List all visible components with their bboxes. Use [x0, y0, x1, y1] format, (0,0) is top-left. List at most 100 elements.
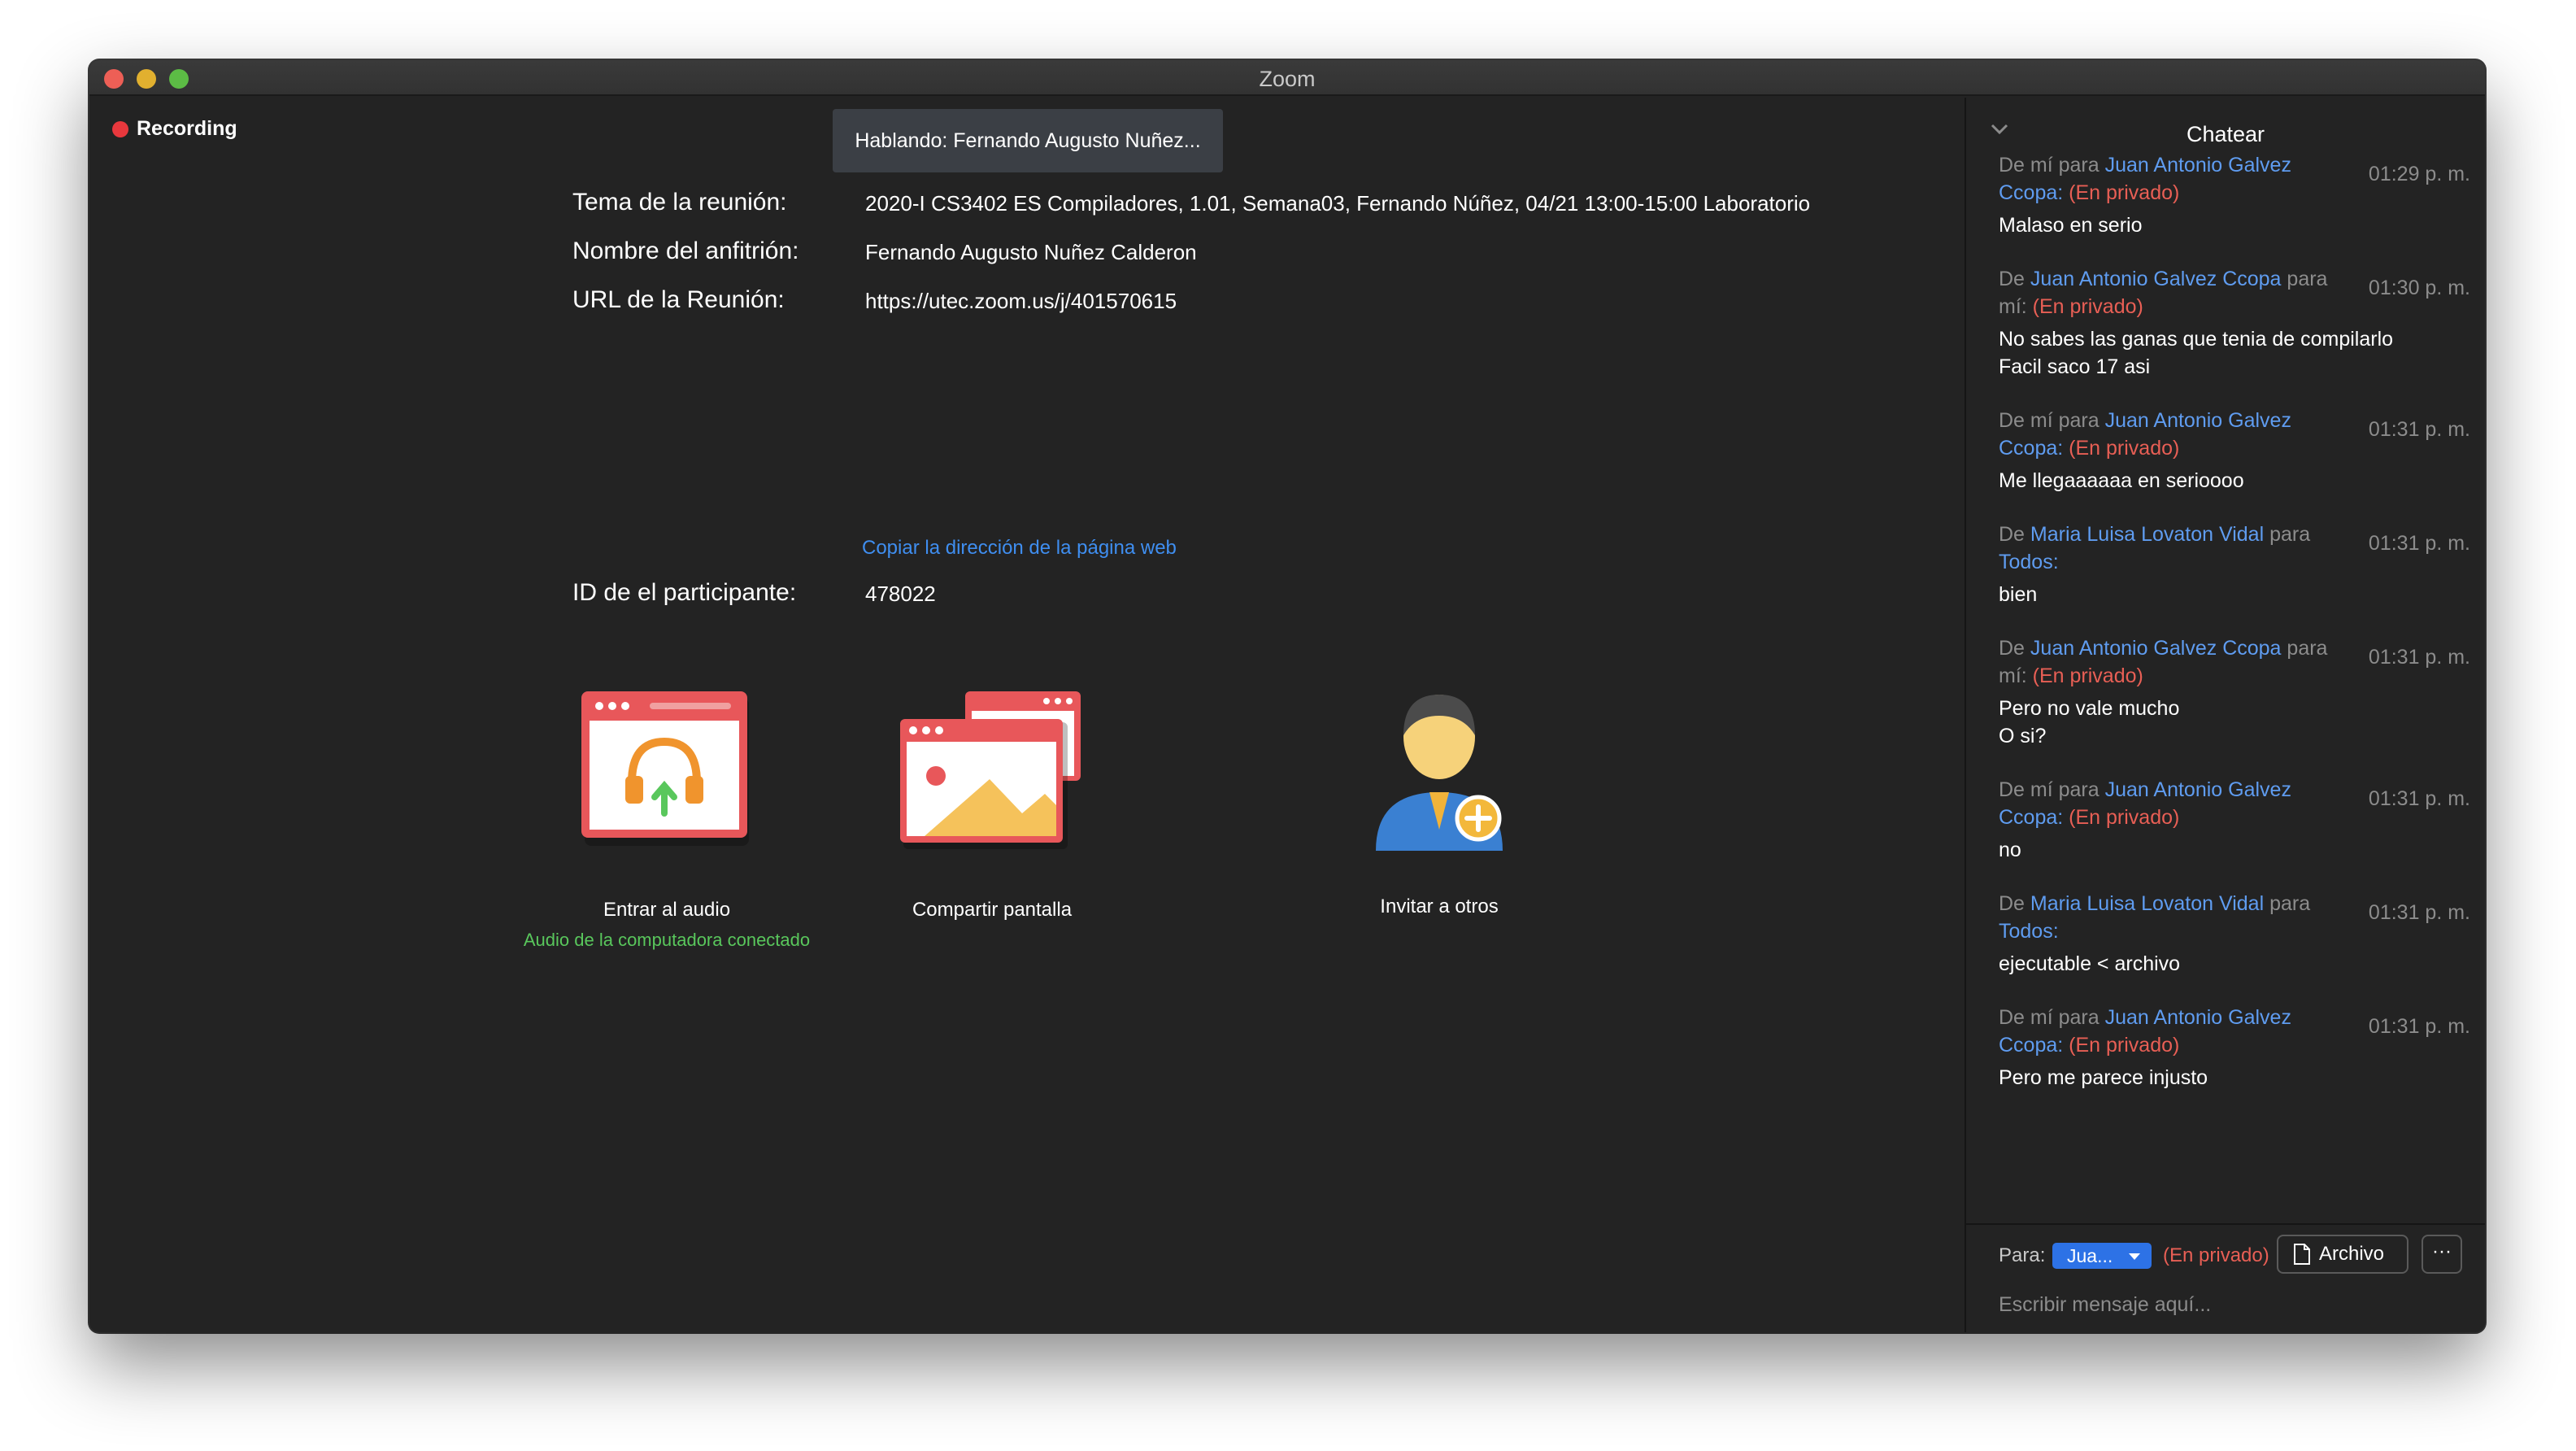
active-speaker-banner: Hablando: Fernando Augusto Nuñez... [833, 109, 1223, 172]
message-private-tag: (En privado) [2032, 664, 2143, 687]
file-button-label: Archivo [2319, 1243, 2385, 1265]
message-recipient-label: para [2269, 892, 2311, 915]
copy-url-link[interactable]: Copiar la dirección de la página web [862, 537, 1177, 560]
message-private-tag: (En privado) [2069, 806, 2180, 829]
participant-id-label: ID de el participante: [572, 579, 797, 606]
message-prefix: De mí para [1999, 409, 2100, 432]
message-sender: Maria Luisa Lovaton Vidal [2030, 523, 2265, 546]
recording-dot-icon [112, 120, 128, 137]
recipient-dropdown[interactable]: Jua... [2052, 1243, 2152, 1269]
file-icon [2294, 1244, 2310, 1265]
message-private-tag: (En privado) [2069, 1034, 2180, 1057]
recording-label: Recording [137, 117, 237, 140]
share-screen-label: Compartir pantalla [912, 899, 1073, 921]
topic-value: 2020-I CS3402 ES Compiladores, 1.01, Sem… [865, 191, 1811, 216]
message-meta: De Juan Antonio Galvez Ccopa para mí: (E… [1999, 634, 2340, 690]
message-private-tag: (En privado) [2032, 295, 2143, 318]
recipient-value: Jua... [2067, 1245, 2113, 1266]
message-line: ejecutable < archivo [1999, 952, 2181, 975]
message-body: No sabes las ganas que tenia de compilar… [1999, 325, 2470, 381]
message-meta: De Maria Luisa Lovaton Vidal para Todos: [1999, 890, 2340, 945]
message-meta: De Juan Antonio Galvez Ccopa para mí: (E… [1999, 265, 2340, 320]
chat-message: De Maria Luisa Lovaton Vidal para Todos:… [1999, 521, 2470, 608]
message-target: Todos: [1999, 920, 2059, 943]
message-recipient-label: para [2269, 523, 2311, 546]
message-prefix: De [1999, 637, 2025, 660]
message-time: 01:31 p. m. [2368, 1015, 2470, 1038]
audio-status: Audio de la computadora conectado [523, 930, 811, 950]
host-label: Nombre del anfitrión: [572, 237, 799, 264]
message-time: 01:31 p. m. [2368, 787, 2470, 810]
chat-message: De Juan Antonio Galvez Ccopa para mí: (E… [1999, 634, 2470, 750]
chat-message: De mí para Juan Antonio Galvez Ccopa: (E… [1999, 151, 2470, 239]
message-prefix: De [1999, 523, 2025, 546]
message-prefix: De mí para [1999, 154, 2100, 176]
url-label: URL de la Reunión: [572, 286, 785, 313]
message-meta: De mí para Juan Antonio Galvez Ccopa: (E… [1999, 1004, 2340, 1059]
message-meta: De mí para Juan Antonio Galvez Ccopa: (E… [1999, 776, 2340, 831]
topic-label: Tema de la reunión: [572, 189, 787, 216]
message-time: 01:30 p. m. [2368, 277, 2470, 299]
message-sender: Juan Antonio Galvez Ccopa [2030, 637, 2282, 660]
share-screen-button[interactable]: Compartir pantalla [886, 691, 1098, 922]
message-line: No sabes las ganas que tenia de compilar… [1999, 328, 2394, 351]
message-time: 01:29 p. m. [2368, 163, 2470, 185]
message-line: Me llegaaaaaa en serioooo [1999, 469, 2244, 492]
message-line: Facil saco 17 asi [1999, 355, 2151, 378]
message-sender: Maria Luisa Lovaton Vidal [2030, 892, 2265, 915]
host-value: Fernando Augusto Nuñez Calderon [865, 240, 1197, 264]
message-line: bien [1999, 583, 2038, 606]
message-meta: De mí para Juan Antonio Galvez Ccopa: (E… [1999, 407, 2340, 462]
message-body: ejecutable < archivo [1999, 950, 2470, 978]
zoom-window: Zoom Recording Hablando: Fernando August… [89, 60, 2485, 1332]
participant-id-value: 478022 [865, 582, 936, 606]
chat-composer: Para: Jua... (En privado) Archivo ··· [1966, 1223, 2485, 1332]
message-prefix: De mí para [1999, 778, 2100, 801]
message-private-tag: (En privado) [2069, 181, 2180, 204]
message-time: 01:31 p. m. [2368, 418, 2470, 441]
message-meta: De mí para Juan Antonio Galvez Ccopa: (E… [1999, 151, 2340, 207]
message-line: no [1999, 839, 2021, 861]
more-options-button[interactable]: ··· [2422, 1235, 2462, 1274]
file-button[interactable]: Archivo [2277, 1235, 2408, 1274]
chat-message: De mí para Juan Antonio Galvez Ccopa: (E… [1999, 1004, 2470, 1092]
join-audio-label: Entrar al audio [603, 899, 731, 921]
message-line: Pero no vale mucho [1999, 697, 2180, 720]
share-screen-icon [900, 691, 1081, 849]
title-bar: Zoom [89, 60, 2485, 96]
message-prefix: De [1999, 268, 2025, 290]
message-time: 01:31 p. m. [2368, 532, 2470, 555]
message-body: no [1999, 836, 2470, 864]
invite-person-icon [1376, 695, 1503, 851]
chat-message: De Juan Antonio Galvez Ccopa para mí: (E… [1999, 265, 2470, 381]
message-body: bien [1999, 581, 2470, 608]
invite-button[interactable]: Invitar a otros [1334, 691, 1545, 918]
message-body: Pero me parece injusto [1999, 1064, 2470, 1092]
to-label: Para: [1999, 1244, 2046, 1266]
chat-message-input[interactable] [1999, 1288, 2454, 1321]
message-prefix: De mí para [1999, 1006, 2100, 1029]
message-time: 01:31 p. m. [2368, 901, 2470, 924]
message-body: Malaso en serio [1999, 211, 2470, 239]
chat-title: Chatear [2186, 122, 2265, 146]
message-line: O si? [1999, 725, 2047, 747]
private-tag: (En privado) [2163, 1244, 2269, 1266]
message-line: Pero me parece injusto [1999, 1066, 2208, 1089]
url-value: https://utec.zoom.us/j/401570615 [865, 289, 1177, 313]
message-meta: De Maria Luisa Lovaton Vidal para Todos: [1999, 521, 2340, 576]
message-sender: Juan Antonio Galvez Ccopa [2030, 268, 2282, 290]
message-body: Me llegaaaaaa en serioooo [1999, 467, 2470, 495]
headphones-upload-icon [581, 691, 749, 846]
chat-panel: Chatear De mí para Juan Antonio Galvez C… [1965, 98, 2485, 1332]
message-body: Pero no vale mucho O si? [1999, 695, 2470, 750]
chat-message: De mí para Juan Antonio Galvez Ccopa: (E… [1999, 407, 2470, 495]
recording-indicator: Recording [112, 117, 237, 141]
invite-label: Invitar a otros [1380, 895, 1499, 917]
message-private-tag: (En privado) [2069, 437, 2180, 460]
message-line: Malaso en serio [1999, 214, 2143, 237]
join-audio-button[interactable]: Entrar al audio Audio de la computadora … [496, 691, 838, 951]
chat-message: De Maria Luisa Lovaton Vidal para Todos:… [1999, 890, 2470, 978]
window-title: Zoom [1259, 67, 1316, 91]
message-time: 01:31 p. m. [2368, 646, 2470, 669]
chat-message: De mí para Juan Antonio Galvez Ccopa: (E… [1999, 776, 2470, 864]
